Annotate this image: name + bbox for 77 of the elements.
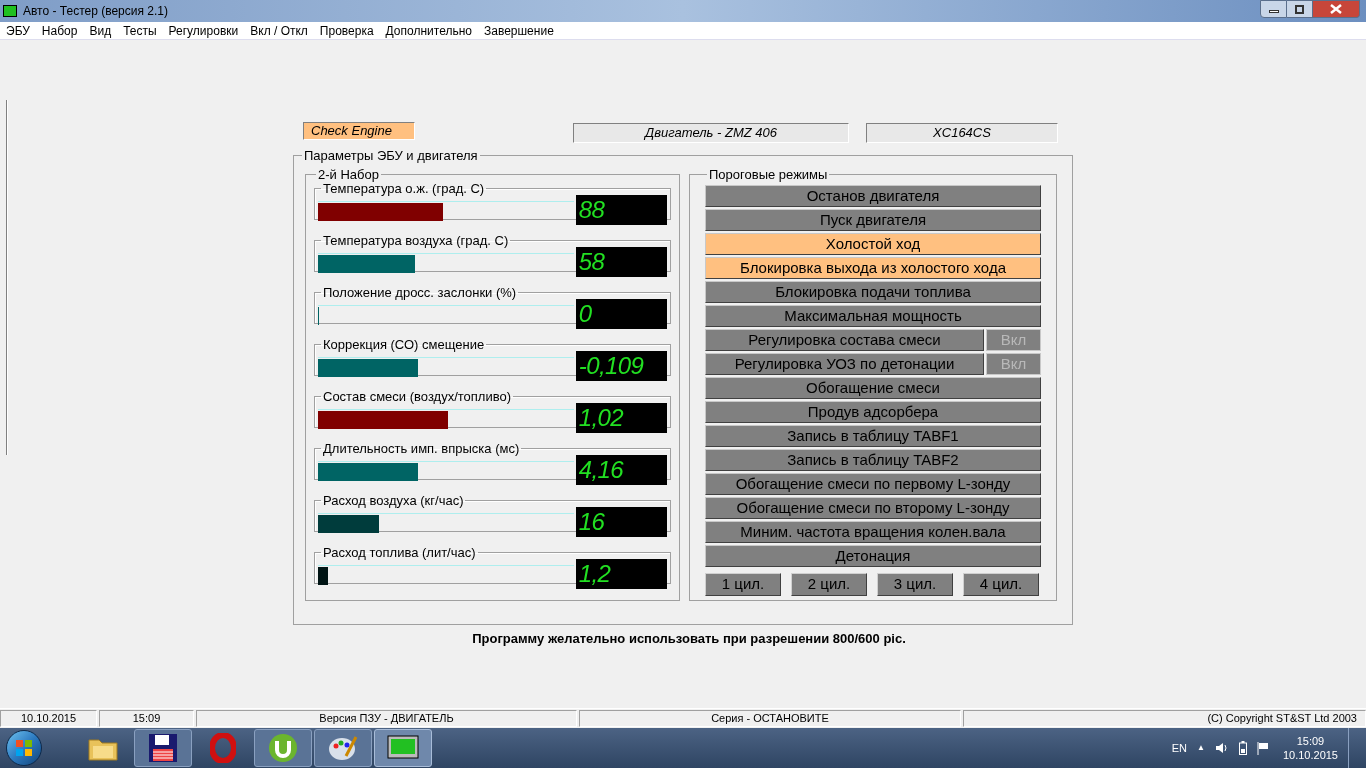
tray-expand-button[interactable]: ▲ bbox=[1197, 742, 1205, 754]
ring-icon bbox=[210, 733, 236, 763]
mode-button[interactable]: Детонация bbox=[705, 544, 1041, 567]
digital-readout: 1,02 bbox=[575, 402, 667, 433]
mode-button[interactable]: Максимальная мощность bbox=[705, 304, 1041, 327]
menu-item[interactable]: Дополнительно bbox=[379, 22, 478, 39]
digital-readout: 0 bbox=[575, 298, 667, 329]
menu-item[interactable]: Вкл / Откл bbox=[244, 22, 314, 39]
gauge-label: Коррекция (СО) смещение bbox=[322, 337, 486, 352]
windows-logo-icon bbox=[15, 739, 33, 757]
menu-item[interactable]: ЭБУ bbox=[0, 22, 36, 39]
digital-readout: 1,2 bbox=[575, 558, 667, 589]
cylinder-button[interactable]: 3 цил. bbox=[877, 572, 953, 596]
clock-date[interactable]: 10.10.2015 bbox=[1282, 748, 1338, 762]
taskbar-app[interactable] bbox=[134, 729, 192, 767]
cylinder-button[interactable]: 4 цил. bbox=[963, 572, 1039, 596]
app-icon bbox=[3, 5, 17, 17]
controller-field: XC164CS bbox=[866, 123, 1058, 143]
gauge-label: Температура о.ж. (град. С) bbox=[322, 181, 486, 196]
status-field: 10.10.2015 bbox=[0, 710, 97, 727]
mode-button[interactable]: Обогащение смеси bbox=[705, 376, 1041, 399]
panel-title: Параметры ЭБУ и двигателя bbox=[303, 147, 479, 165]
digital-readout: 88 bbox=[575, 194, 667, 225]
gauge-label: Расход воздуха (кг/час) bbox=[322, 493, 465, 508]
cylinder-button[interactable]: 1 цил. bbox=[705, 572, 781, 596]
window-title: Авто - Тестер (версия 2.1) bbox=[23, 3, 168, 20]
gauge-label: Расход топлива (лит/час) bbox=[322, 545, 477, 560]
menu-item[interactable]: Проверка bbox=[313, 22, 380, 39]
engine-field: Двигатель - ZMZ 406 bbox=[573, 123, 849, 143]
mode-button[interactable]: Пуск двигателя bbox=[705, 208, 1041, 231]
resolution-note: Программу желательно использовать при разрешении 800/600 pic. bbox=[471, 630, 907, 648]
digital-readout: 4,16 bbox=[575, 454, 667, 485]
start-button[interactable] bbox=[6, 730, 42, 766]
gauge-label: Состав смеси (воздух/топливо) bbox=[322, 389, 512, 404]
close-icon bbox=[1330, 4, 1342, 14]
gauge-label: Температура воздуха (град. С) bbox=[322, 233, 510, 248]
mode-button[interactable]: Блокировка выхода из холостого хода bbox=[705, 256, 1041, 279]
digital-readout: 16 bbox=[575, 506, 667, 537]
menu-item[interactable]: Регулировки bbox=[162, 22, 245, 39]
status-field: Серия - ОСТАНОВИТЕ bbox=[579, 710, 961, 727]
mode-button[interactable]: Обогащение смеси по второму L-зонду bbox=[705, 496, 1041, 519]
clock-time[interactable]: 15:09 bbox=[1296, 734, 1325, 748]
gauge-label: Длительность имп. впрыска (мс) bbox=[322, 441, 521, 456]
group-title: Пороговые режимы bbox=[708, 167, 829, 182]
menu-item[interactable]: Тесты bbox=[117, 22, 163, 39]
mode-button[interactable]: Запись в таблицу TABF2 bbox=[705, 448, 1041, 471]
maximize-button[interactable] bbox=[1287, 0, 1313, 18]
gauge-label: Положение дросс. заслонки (%) bbox=[322, 285, 518, 300]
battery-icon[interactable] bbox=[1238, 741, 1247, 755]
status-field: Версия ПЗУ - ДВИГАТЕЛЬ bbox=[196, 710, 577, 727]
mode-button[interactable]: Холостой ход bbox=[705, 232, 1041, 255]
menu-item[interactable]: Набор bbox=[35, 22, 84, 39]
monitor-icon bbox=[387, 735, 419, 761]
speaker-icon[interactable] bbox=[1214, 742, 1229, 754]
cylinder-button[interactable]: 2 цил. bbox=[791, 572, 867, 596]
palette-icon bbox=[328, 734, 358, 762]
mode-button[interactable]: Регулировка состава смеси bbox=[705, 328, 984, 351]
mode-button[interactable]: Останов двигателя bbox=[705, 184, 1041, 207]
mode-button[interactable]: Запись в таблицу TABF1 bbox=[705, 424, 1041, 447]
status-indicator: Check Engine bbox=[303, 122, 415, 140]
mode-button[interactable]: Обогащение смеси по первому L-зонду bbox=[705, 472, 1041, 495]
mode-button[interactable]: Миним. частота вращения колен.вала bbox=[705, 520, 1041, 543]
torrent-icon bbox=[268, 733, 298, 763]
digital-readout: 58 bbox=[575, 246, 667, 277]
status-field: (C) Copyright ST&ST Ltd 2003 bbox=[963, 710, 1366, 727]
mode-button[interactable]: Регулировка УОЗ по детонации bbox=[705, 352, 984, 375]
close-button[interactable] bbox=[1313, 0, 1360, 18]
group-title: 2-й Набор bbox=[317, 167, 380, 182]
flag-icon[interactable] bbox=[1256, 741, 1269, 755]
digital-readout: -0,109 bbox=[575, 350, 667, 381]
minimize-button[interactable] bbox=[1260, 0, 1287, 18]
mode-button[interactable]: Блокировка подачи топлива bbox=[705, 280, 1041, 303]
menu-item[interactable]: Вид bbox=[83, 22, 118, 39]
language-indicator[interactable]: EN bbox=[1171, 739, 1187, 757]
status-field: 15:09 bbox=[99, 710, 194, 727]
menu-item[interactable]: Завершение bbox=[478, 22, 560, 39]
mode-button[interactable]: Продув адсорбера bbox=[705, 400, 1041, 423]
